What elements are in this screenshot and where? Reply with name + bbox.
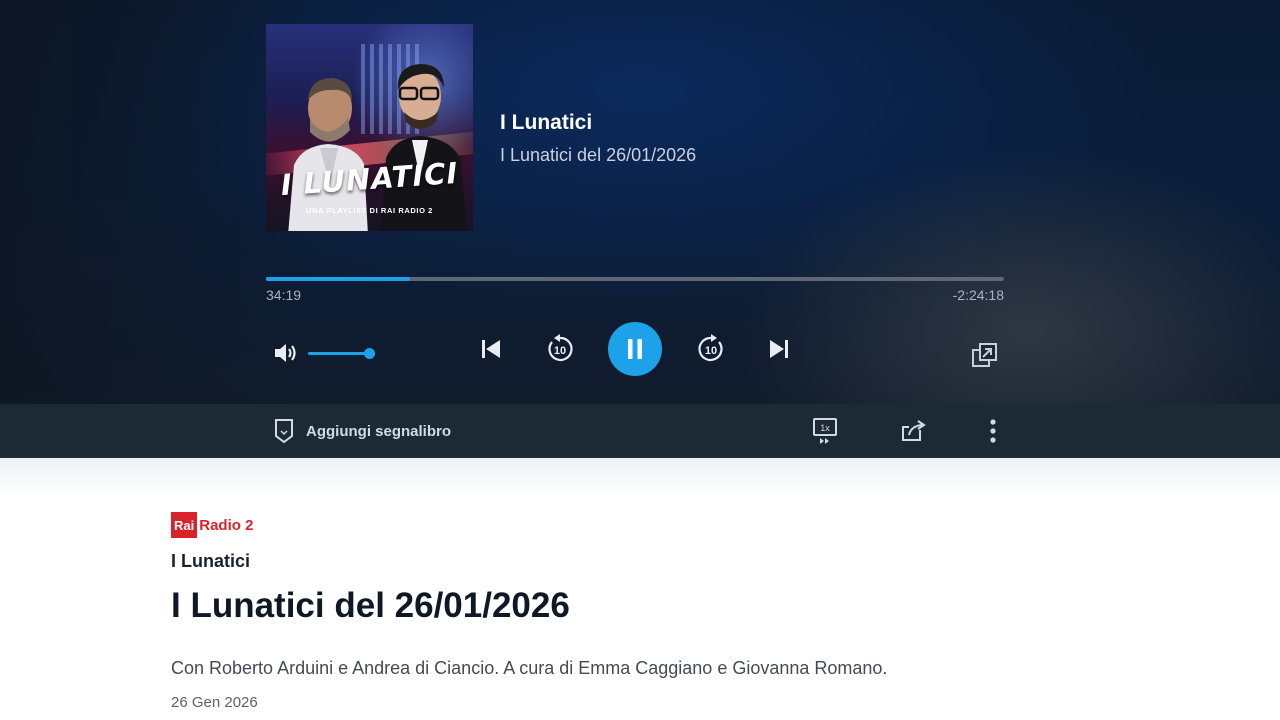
playback-speed-button[interactable]: 1x xyxy=(810,415,840,447)
time-elapsed: 34:19 xyxy=(266,287,302,303)
add-bookmark-label: Aggiungi segnalibro xyxy=(306,422,451,440)
audio-player: I LUNATICI UNA PLAYLIST DI RAI RADIO 2 I… xyxy=(0,0,1280,404)
progress-bar-fill xyxy=(266,277,410,281)
share-button[interactable] xyxy=(898,416,930,446)
playback-speed-icon: 1x xyxy=(813,418,837,444)
rewind-10-label: 10 xyxy=(554,345,566,357)
volume-slider-handle[interactable] xyxy=(364,348,375,359)
volume-slider[interactable] xyxy=(308,352,370,355)
more-options-button[interactable] xyxy=(980,416,1006,446)
share-icon xyxy=(902,420,926,441)
time-remaining: -2:24:18 xyxy=(952,287,1004,303)
episode-description: Con Roberto Arduini e Andrea di Ciancio.… xyxy=(171,658,888,678)
cover-host-right xyxy=(380,64,468,231)
player-action-bar: Aggiungi segnalibro 1x xyxy=(0,404,1280,458)
skip-previous-button[interactable] xyxy=(476,334,506,364)
progress-bar[interactable] xyxy=(266,277,1004,281)
episode-date: 26 Gen 2026 xyxy=(171,694,258,711)
program-link[interactable]: I Lunatici xyxy=(171,551,250,572)
more-vertical-icon xyxy=(990,419,996,443)
playback-speed-label: 1x xyxy=(820,423,830,433)
rai-channel-name: Radio 2 xyxy=(199,516,254,534)
skip-next-icon xyxy=(770,340,788,358)
episode-heading: I Lunatici del 26/01/2026 xyxy=(171,586,570,625)
skip-previous-icon xyxy=(482,340,500,358)
pause-icon xyxy=(628,339,642,359)
player-episode-title: I Lunatici del 26/01/2026 xyxy=(500,145,697,165)
forward-10-button[interactable]: 10 xyxy=(694,332,728,366)
rewind-10-button[interactable]: 10 xyxy=(543,332,577,366)
popout-icon xyxy=(972,343,997,367)
detail-top-gradient xyxy=(0,458,1280,498)
forward-10-label: 10 xyxy=(705,345,717,357)
popout-button[interactable] xyxy=(968,339,1002,371)
podcast-cover-art: I LUNATICI UNA PLAYLIST DI RAI RADIO 2 xyxy=(266,24,473,231)
rai-logo-box: Rai xyxy=(171,512,198,538)
volume-icon[interactable] xyxy=(270,340,302,366)
forward-10-icon: 10 xyxy=(698,334,723,362)
rai-radio2-logo[interactable]: Rai Radio 2 xyxy=(171,512,253,538)
add-bookmark-button[interactable]: Aggiungi segnalibro xyxy=(272,404,451,458)
cover-subtitle-text: UNA PLAYLIST DI RAI RADIO 2 xyxy=(306,206,433,215)
bookmark-icon xyxy=(275,419,293,444)
rewind-10-icon: 10 xyxy=(548,334,573,362)
pause-button[interactable] xyxy=(608,322,662,376)
skip-next-button[interactable] xyxy=(764,334,794,364)
player-show-title[interactable]: I Lunatici xyxy=(500,111,592,135)
